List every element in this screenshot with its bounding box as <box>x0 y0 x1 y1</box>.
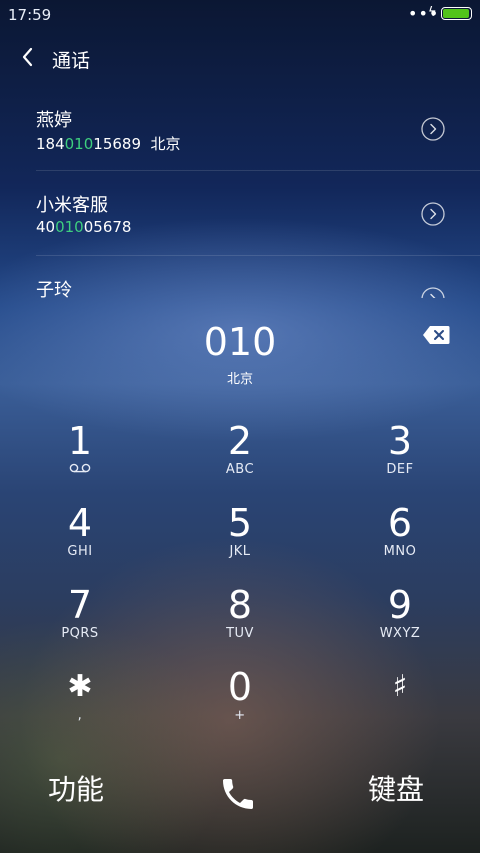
contact-name: 燕婷 <box>36 110 72 131</box>
status-time: 17:59 <box>8 6 52 24</box>
key-8[interactable]: 8 TUV <box>160 583 320 663</box>
call-button[interactable] <box>218 774 262 818</box>
key-letters: MNO <box>383 544 417 559</box>
dialed-number: 010 <box>203 320 277 364</box>
key-7[interactable]: 7 PQRS <box>0 583 160 663</box>
chevron-right-circle-icon[interactable] <box>421 202 445 226</box>
key-2[interactable]: 2 ABC <box>160 419 320 499</box>
function-button[interactable]: 功能 <box>48 768 104 818</box>
key-letters: JKL <box>229 544 251 559</box>
phone-icon <box>223 779 253 809</box>
contact-item[interactable]: 小米客服 4001005678 <box>0 171 480 256</box>
key-digit: 8 <box>227 583 253 627</box>
battery-icon <box>441 7 472 20</box>
key-digit: 5 <box>227 501 253 545</box>
voicemail-icon <box>69 463 91 473</box>
key-6[interactable]: 6 MNO <box>320 501 480 581</box>
key-digit: 0 <box>227 665 253 709</box>
key-letters: ABC <box>225 462 255 477</box>
key-letters: , <box>77 708 83 723</box>
chevron-left-icon <box>22 47 33 67</box>
key-letters: PQRS <box>61 626 99 641</box>
number-match-highlight: 010 <box>64 135 94 153</box>
key-digit: ♯ <box>392 669 408 704</box>
key-digit: 2 <box>227 419 253 463</box>
backspace-icon[interactable] <box>422 325 450 345</box>
key-1[interactable]: 1 <box>0 419 160 499</box>
header: 通话 <box>0 36 480 80</box>
contact-suggestion-list: 燕婷 18401015689 北京 小米客服 4001005678 子玲 <box>0 86 480 298</box>
keyboard-button[interactable]: 键盘 <box>368 768 424 818</box>
contact-number: 4001005678 <box>36 218 132 236</box>
dialed-number-display: 010 北京 <box>0 318 480 388</box>
key-letters: + <box>234 708 246 723</box>
contact-number: 18401015689 北京 <box>36 135 181 153</box>
key-letters: GHI <box>67 544 93 559</box>
key-letters: WXYZ <box>379 626 421 641</box>
battery-level-fill <box>443 9 469 18</box>
dialed-number-location: 北京 <box>226 372 253 387</box>
key-digit: 6 <box>387 501 413 545</box>
chevron-right-circle-icon[interactable] <box>421 287 445 298</box>
key-digit: 1 <box>67 419 93 463</box>
status-bar: 17:59 ••• ϟ <box>0 0 480 30</box>
key-digit: 7 <box>67 583 93 627</box>
key-9[interactable]: 9 WXYZ <box>320 583 480 663</box>
key-letters: TUV <box>226 626 254 641</box>
contact-name: 子玲 <box>36 280 72 298</box>
contact-item[interactable]: 子玲 <box>0 256 480 298</box>
contact-name: 小米客服 <box>36 195 108 216</box>
contact-location: 北京 <box>150 135 181 153</box>
key-3[interactable]: 3 DEF <box>320 419 480 499</box>
number-match-highlight: 010 <box>55 218 84 236</box>
key-star[interactable]: ✱ , <box>0 665 160 745</box>
key-digit: 9 <box>387 583 413 627</box>
page-title: 通话 <box>52 50 91 72</box>
contact-item[interactable]: 燕婷 18401015689 北京 <box>0 86 480 171</box>
key-digit: 3 <box>387 419 413 463</box>
key-4[interactable]: 4 GHI <box>0 501 160 581</box>
key-digit: ✱ <box>67 669 93 704</box>
charging-bolt-icon: ϟ <box>428 5 437 20</box>
key-0[interactable]: 0 + <box>160 665 320 745</box>
key-5[interactable]: 5 JKL <box>160 501 320 581</box>
key-pound[interactable]: ♯ <box>320 665 480 745</box>
back-button[interactable] <box>14 42 44 72</box>
chevron-right-circle-icon[interactable] <box>421 117 445 141</box>
key-digit: 4 <box>67 501 93 545</box>
key-letters: DEF <box>386 462 414 477</box>
